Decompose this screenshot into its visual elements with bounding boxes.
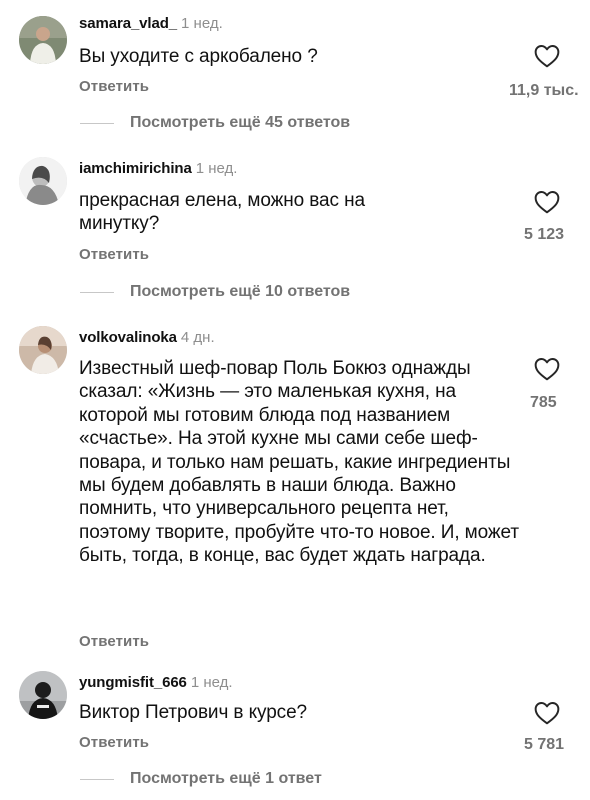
heart-icon: [534, 191, 560, 214]
like-count: 785: [530, 394, 557, 411]
avatar[interactable]: [19, 671, 67, 719]
username[interactable]: iamchimirichina: [79, 160, 192, 177]
reply-button[interactable]: Ответить: [79, 78, 149, 95]
username[interactable]: volkovalinoka: [79, 329, 177, 346]
view-more-replies[interactable]: Посмотреть ещё 10 ответов: [80, 283, 350, 301]
comment-text: Вы уходите с аркобалено ?: [79, 46, 318, 67]
heart-icon: [534, 45, 560, 68]
comment-time: 1 нед.: [190, 674, 233, 691]
username[interactable]: yungmisfit_666: [79, 674, 187, 691]
divider: [80, 291, 114, 293]
reply-button[interactable]: Ответить: [79, 246, 149, 263]
comment-time: 4 дн.: [180, 329, 215, 346]
like-button[interactable]: [517, 44, 577, 68]
divider: [80, 122, 114, 124]
avatar[interactable]: [19, 16, 67, 64]
comment-time: 1 нед.: [181, 15, 223, 32]
like-button[interactable]: [517, 190, 577, 214]
comment-time: 1 нед.: [195, 160, 238, 177]
view-more-replies-label: Посмотреть ещё 45 ответов: [130, 114, 351, 131]
reply-button[interactable]: Ответить: [79, 633, 149, 650]
heart-icon: [534, 358, 560, 381]
like-count: 5 781: [524, 736, 565, 753]
like-button[interactable]: [517, 357, 577, 381]
view-more-replies[interactable]: Посмотреть ещё 45 ответов: [80, 114, 350, 132]
like-button[interactable]: [517, 701, 577, 725]
heart-icon: [534, 702, 560, 725]
reply-button[interactable]: Ответить: [79, 734, 149, 751]
comment-text: Известный шеф-повар Поль Бокюз однажды с…: [79, 358, 519, 567]
comment-text: Виктор Петрович в курсе?: [79, 702, 308, 723]
avatar[interactable]: [19, 326, 67, 374]
username[interactable]: samara_vlad_: [79, 15, 177, 32]
view-more-replies-label: Посмотреть ещё 1 ответ: [130, 770, 322, 787]
view-more-replies-label: Посмотреть ещё 10 ответов: [130, 283, 351, 300]
like-count: 11,9 тыс.: [509, 82, 579, 99]
view-more-replies[interactable]: Посмотреть ещё 1 ответ: [80, 770, 322, 788]
divider: [80, 778, 114, 780]
like-count: 5 123: [524, 226, 565, 243]
avatar[interactable]: [19, 157, 67, 205]
comment-text: прекрасная елена, можно вас на минутку?: [79, 190, 365, 235]
